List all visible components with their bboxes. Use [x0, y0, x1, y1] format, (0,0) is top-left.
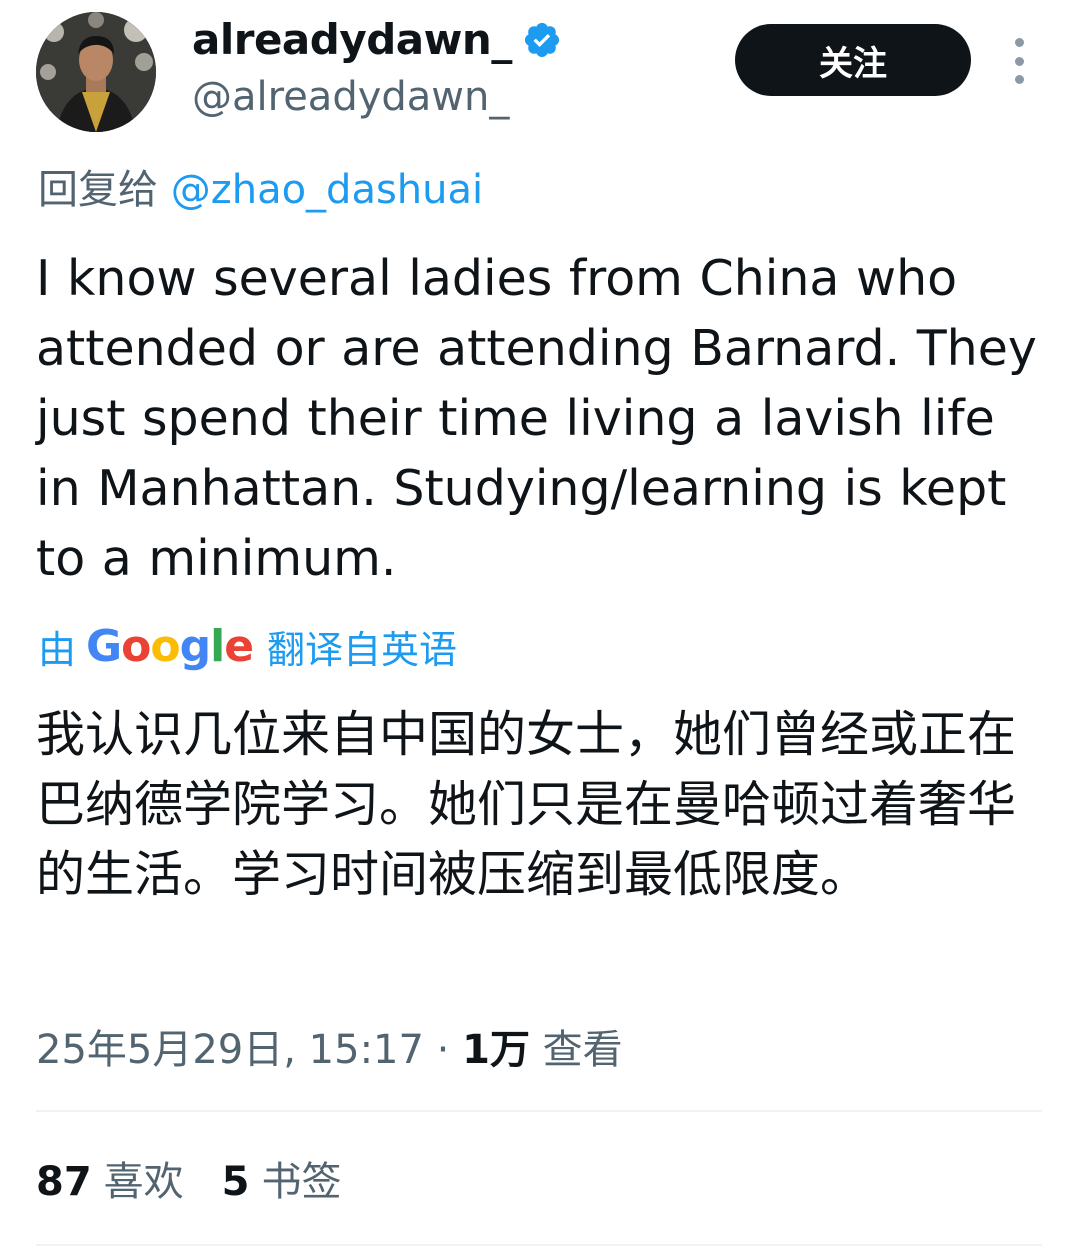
author-display-name[interactable]: alreadydawn_ — [192, 12, 562, 68]
author-handle[interactable]: @alreadydawn_ — [192, 70, 509, 124]
bookmarks-stat[interactable]: 5 书签 — [222, 1152, 342, 1212]
divider — [36, 1110, 1042, 1112]
more-dot — [1014, 56, 1024, 66]
reply-prefix: 回复给 — [38, 167, 158, 213]
divider — [36, 1244, 1042, 1246]
ellipsis-vertical-icon[interactable] — [1004, 38, 1034, 84]
likes-count: 87 — [36, 1159, 92, 1205]
tweet-timestamp[interactable]: 25年5月29日, 15:17 — [36, 1027, 424, 1073]
translation-prefix: 由 — [38, 627, 77, 672]
reply-mention-link[interactable]: @zhao_dashuai — [171, 167, 483, 213]
tweet-header: alreadydawn_ @alreadydawn_ 关注 — [0, 0, 1078, 150]
reply-context: 回复给 @zhao_dashuai — [38, 160, 483, 220]
tweet-text: I know several ladies from China who att… — [36, 250, 1037, 587]
likes-stat[interactable]: 87 喜欢 — [36, 1152, 184, 1212]
google-logo: Google — [86, 620, 254, 672]
views-label: 查看 — [542, 1027, 623, 1073]
engagement-stats: 87 喜欢 5 书签 — [36, 1152, 342, 1212]
translation-suffix: 翻译自英语 — [267, 627, 458, 672]
avatar[interactable] — [36, 12, 156, 132]
avatar-photo — [36, 12, 156, 132]
more-dot — [1014, 75, 1024, 84]
bookmarks-count: 5 — [221, 1159, 250, 1205]
likes-label: 喜欢 — [103, 1159, 184, 1205]
tweet-meta: 25年5月29日, 15:17 · 1万 查看 — [36, 1020, 623, 1080]
views-count: 1万 — [462, 1027, 530, 1073]
display-name-text: alreadydawn_ — [192, 15, 512, 64]
meta-separator: · — [436, 1027, 450, 1073]
more-dot — [1014, 38, 1024, 47]
follow-button[interactable]: 关注 — [735, 24, 971, 96]
bookmarks-label: 书签 — [261, 1159, 342, 1205]
verified-badge-icon — [524, 22, 559, 58]
translation-attribution[interactable]: 由 Google 翻译自英语 — [38, 616, 457, 676]
translated-text: 我认识几位来自中国的女士，她们曾经或正在巴纳德学院学习。她们只是在曼哈顿过着奢华… — [36, 706, 1017, 903]
